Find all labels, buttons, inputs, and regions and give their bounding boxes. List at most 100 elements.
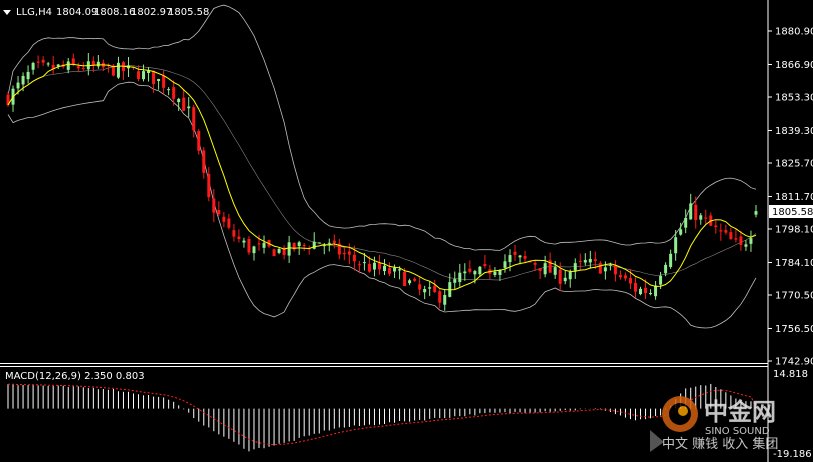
candle-body	[729, 232, 733, 240]
candle-body	[16, 82, 20, 89]
candle-body	[237, 236, 241, 240]
candle-body	[523, 255, 527, 259]
price-tick-label: 1880.90	[775, 27, 813, 38]
candle-body	[347, 251, 351, 255]
candle-body	[588, 258, 592, 263]
current-price-label: 1805.58	[772, 207, 813, 218]
sino-sound-logo: 中金网 SINO SOUND 中文 赚钱 收入 集团	[650, 396, 778, 452]
candle-body	[142, 71, 146, 80]
candle-body	[41, 59, 45, 63]
candle-body	[232, 230, 236, 237]
candle-body	[247, 238, 251, 253]
candle-body	[66, 61, 70, 70]
candle-body	[242, 240, 246, 243]
candle-body	[613, 265, 617, 275]
candle-body	[553, 267, 557, 275]
candle-body	[332, 240, 336, 243]
candle-body	[503, 261, 507, 268]
candle-body	[623, 275, 627, 279]
candle-body	[689, 203, 693, 220]
candle-body	[583, 259, 587, 263]
candle-body	[21, 75, 25, 85]
candle-body	[222, 216, 226, 222]
candle-body	[403, 271, 407, 287]
candle-body	[739, 236, 743, 245]
price-tick-label: 1742.90	[775, 357, 813, 368]
candle-body	[593, 259, 597, 262]
candle-body	[699, 215, 703, 220]
price-tick-label: 1798.10	[775, 225, 813, 236]
candle-body	[423, 289, 427, 293]
candle-body	[367, 263, 371, 272]
price-tick-label: 1825.70	[775, 159, 813, 170]
candle-body	[618, 275, 622, 278]
candle-body	[342, 252, 346, 255]
macd-label: MACD(12,26,9) 2.350 0.803	[5, 371, 145, 382]
price-tick-label: 1770.50	[775, 291, 813, 302]
macd-tick-top: 14.818	[773, 369, 808, 380]
candle-body	[116, 62, 120, 78]
logo-brand: 中金网	[704, 398, 776, 426]
candle-body	[207, 174, 211, 198]
candle-body	[634, 282, 637, 292]
candle-body	[81, 67, 85, 70]
candle-body	[724, 230, 728, 233]
price-tick-label: 1866.90	[775, 60, 813, 71]
candle-body	[352, 254, 356, 262]
candle-body	[192, 107, 196, 131]
candle-body	[749, 238, 753, 244]
candle-body	[538, 268, 542, 271]
candle-body	[483, 264, 487, 266]
candle-body	[628, 278, 632, 284]
candle-body	[734, 238, 738, 240]
candle-body	[393, 267, 397, 272]
price-tick-label: 1839.30	[775, 126, 813, 137]
candle-body	[573, 263, 577, 271]
candle-body	[438, 291, 442, 303]
candle-body	[443, 294, 447, 305]
candle-body	[182, 97, 186, 111]
candle-body	[312, 241, 316, 249]
candle-body	[433, 285, 437, 293]
price-tick-label: 1784.10	[775, 258, 813, 269]
candle-body	[398, 269, 402, 271]
candle-body	[202, 150, 206, 173]
candle-body	[277, 248, 281, 253]
candle-body	[744, 244, 748, 247]
candle-body	[478, 266, 482, 275]
candle-body	[46, 63, 50, 65]
candle-body	[197, 131, 201, 151]
candle-body	[463, 271, 467, 274]
candle-body	[227, 218, 231, 228]
candle-body	[513, 251, 517, 256]
candle-body	[603, 267, 607, 272]
candle-body	[669, 253, 673, 268]
candle-body	[162, 75, 166, 88]
candle-body	[252, 246, 256, 254]
candle-body	[719, 230, 723, 232]
candle-body	[36, 61, 40, 63]
candle-body	[679, 229, 683, 235]
logo-brand-en: SINO SOUND	[705, 426, 770, 437]
candle-body	[458, 272, 462, 282]
candle-body	[157, 79, 161, 82]
candle-body	[272, 249, 276, 257]
candle-body	[297, 242, 301, 247]
candle-body	[644, 287, 648, 294]
candle-body	[408, 280, 412, 284]
candle-body	[383, 265, 386, 272]
candle-body	[608, 264, 612, 266]
candle-body	[262, 242, 266, 248]
candle-body	[428, 287, 432, 289]
price-tick-label: 1756.50	[775, 324, 813, 335]
candle-body	[704, 217, 708, 219]
candle-body	[362, 262, 366, 264]
candle-body	[172, 87, 176, 99]
low-value: 1802.97	[131, 7, 172, 18]
candle-body	[137, 71, 141, 80]
open-value: 1804.09	[56, 7, 97, 18]
candle-body	[568, 271, 572, 280]
candle-body	[302, 244, 306, 246]
candle-body	[468, 268, 472, 272]
candle-body	[418, 284, 422, 290]
